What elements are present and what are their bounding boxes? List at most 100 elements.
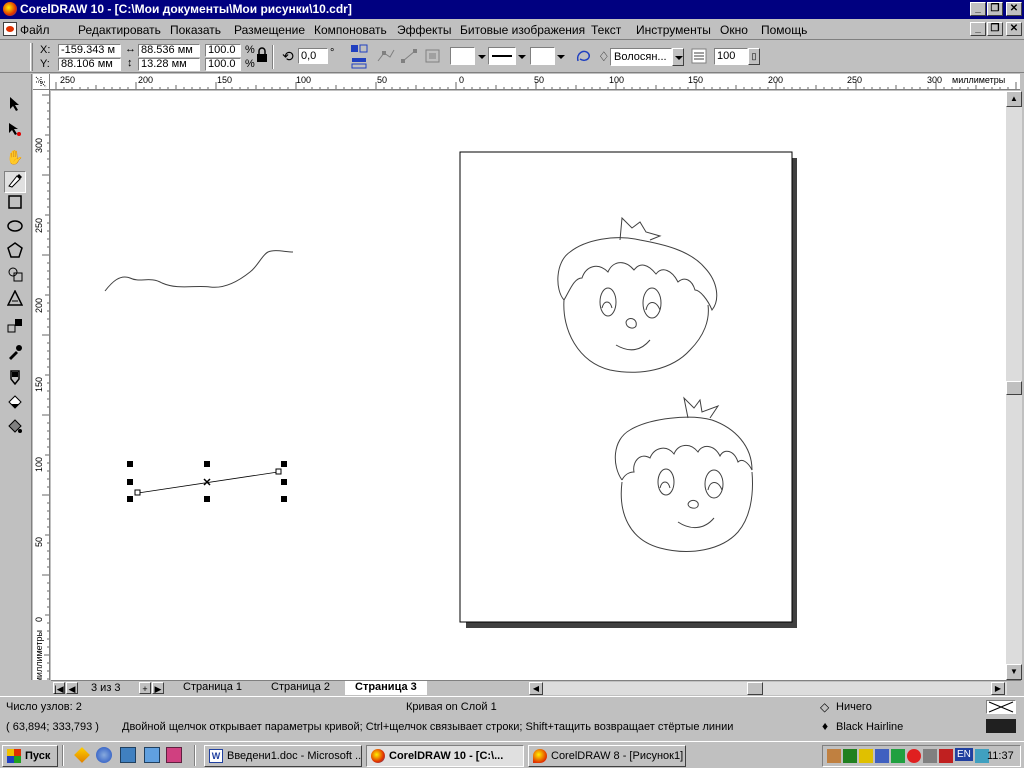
start-arrow-selector[interactable]	[450, 47, 475, 65]
interactive-blend-tool-icon[interactable]	[4, 318, 26, 340]
quicklaunch-media-icon[interactable]	[166, 747, 182, 763]
eyedropper-tool-icon[interactable]	[4, 344, 26, 366]
freehand-curve[interactable]	[104, 250, 294, 292]
start-arrow-dropdown-icon[interactable]	[478, 55, 486, 59]
scroll-down-button[interactable]: ▼	[1006, 664, 1022, 680]
menu-bitmaps[interactable]: Битовые изображения	[460, 23, 585, 37]
add-page-button[interactable]: +	[139, 682, 151, 694]
smoothing-slider-button[interactable]: ▯	[748, 48, 760, 65]
scroll-up-button[interactable]: ▲	[1006, 91, 1022, 107]
scale-x-field[interactable]: 100.0	[205, 44, 241, 57]
scale-y-field[interactable]: 100.0	[205, 58, 241, 71]
tab-page-3[interactable]: Страница 3	[345, 681, 427, 695]
doc-minimize-button[interactable]: _	[970, 22, 986, 36]
menu-window[interactable]: Окно	[720, 23, 748, 37]
menu-arrange[interactable]: Размещение	[234, 23, 305, 37]
grip-handle[interactable]	[30, 43, 33, 71]
interactive-fill-tool-icon[interactable]	[4, 418, 26, 440]
basic-shapes-tool-icon[interactable]	[4, 266, 26, 288]
horizontal-scroll-thumb[interactable]	[747, 682, 763, 695]
tray-monitor-icon[interactable]	[875, 749, 889, 763]
node-align-icon[interactable]	[376, 47, 396, 67]
menu-view[interactable]: Показать	[170, 23, 221, 37]
doc-close-button[interactable]: ✕	[1006, 22, 1022, 36]
ruler-origin[interactable]	[33, 74, 50, 90]
rotation-angle-field[interactable]: 0,0	[298, 48, 328, 64]
shape-tool-icon[interactable]	[4, 121, 26, 143]
tab-page-2[interactable]: Страница 2	[261, 681, 340, 695]
menu-edit[interactable]: Редактировать	[78, 23, 161, 37]
quicklaunch-pencil-icon[interactable]	[74, 747, 90, 763]
object-height-field[interactable]: 13.28 мм	[138, 58, 200, 71]
tray-network-icon[interactable]	[827, 749, 841, 763]
auto-close-curve-icon[interactable]	[574, 47, 594, 67]
taskbar-separator	[62, 745, 64, 766]
restore-button[interactable]: ❐	[987, 2, 1003, 16]
fill-swatch[interactable]	[986, 700, 1016, 714]
task-coreldraw-10[interactable]: CorelDRAW 10 - [C:\...	[366, 745, 524, 767]
ellipse-tool-icon[interactable]	[4, 217, 26, 239]
selected-curve[interactable]	[127, 461, 287, 502]
document-icon[interactable]	[3, 22, 17, 36]
quicklaunch-channels-icon[interactable]	[144, 747, 160, 763]
tray-antivirus-icon[interactable]	[907, 749, 921, 763]
convert-curve-icon[interactable]	[424, 47, 444, 67]
task-coreldraw-8[interactable]: CorelDRAW 8 - [Рисунок1]	[528, 745, 686, 767]
text-tool-icon[interactable]	[4, 289, 26, 312]
x-position-field[interactable]: -159.343 м	[58, 44, 121, 57]
outline-swatch[interactable]	[986, 719, 1016, 733]
object-width-field[interactable]: 88.536 мм	[138, 44, 200, 57]
menu-file[interactable]: Файл	[20, 23, 50, 37]
outline-width-dropdown-button[interactable]	[672, 48, 684, 66]
tray-disk-icon[interactable]	[939, 749, 953, 763]
first-page-button[interactable]: |◀	[53, 682, 65, 694]
horizontal-scrollbar[interactable]: ◀ ▶	[529, 682, 1007, 695]
end-arrow-dropdown-icon[interactable]	[557, 55, 565, 59]
pick-tool-icon[interactable]	[4, 96, 26, 118]
menu-effects[interactable]: Эффекты	[397, 23, 452, 37]
scroll-left-button[interactable]: ◀	[529, 682, 543, 695]
close-button[interactable]: ✕	[1006, 2, 1022, 16]
line-style-selector[interactable]	[488, 47, 516, 65]
drawing-canvas[interactable]	[51, 91, 1006, 680]
smoothing-field[interactable]: 100	[714, 48, 748, 65]
menu-layout[interactable]: Компоновать	[314, 23, 387, 37]
quicklaunch-ie-icon[interactable]	[96, 747, 112, 763]
tray-app-icon[interactable]	[843, 749, 857, 763]
end-arrow-selector[interactable]	[530, 47, 555, 65]
outline-dropdown-icon	[675, 56, 683, 60]
outline-width-field[interactable]: Волосян...	[610, 48, 672, 66]
menu-text[interactable]: Текст	[591, 23, 621, 37]
freehand-tool-icon[interactable]	[4, 171, 26, 193]
vertical-scroll-thumb[interactable]	[1006, 381, 1022, 395]
start-button[interactable]: Пуск	[2, 745, 58, 767]
next-page-button[interactable]: ▶	[152, 682, 164, 694]
tab-page-1[interactable]: Страница 1	[171, 681, 254, 695]
hand-tool-icon[interactable]: ✋	[4, 146, 26, 168]
vertical-ruler[interactable]: 300 250 200 150 100 50 0 миллиметры	[33, 90, 50, 680]
task-word-document[interactable]: W Введени1.doc - Microsoft ...	[204, 745, 362, 767]
minimize-button[interactable]: _	[970, 2, 986, 16]
polygon-tool-icon[interactable]	[4, 242, 26, 264]
tray-volume-icon[interactable]	[923, 749, 937, 763]
vertical-scrollbar[interactable]: ▲ ▼	[1006, 91, 1022, 680]
language-indicator[interactable]: EN	[955, 748, 973, 761]
quicklaunch-desktop-icon[interactable]	[120, 747, 136, 763]
outline-tool-icon[interactable]	[4, 369, 26, 391]
doc-restore-button[interactable]: ❐	[987, 22, 1003, 36]
menu-help[interactable]: Помощь	[761, 23, 807, 37]
scroll-right-button[interactable]: ▶	[991, 682, 1005, 695]
h-tick-label: 100	[296, 75, 312, 85]
fill-tool-icon[interactable]	[4, 394, 26, 416]
prev-page-button[interactable]: ◀	[66, 682, 78, 694]
y-position-field[interactable]: 88.106 мм	[58, 58, 121, 71]
tray-folder-icon[interactable]	[859, 749, 873, 763]
tray-check-icon[interactable]	[891, 749, 905, 763]
horizontal-ruler[interactable]: миллиметры 250 200 150 100 50 0 50 100 1…	[50, 74, 1020, 90]
node-count: Число узлов: 2	[6, 701, 82, 713]
line-style-dropdown-icon[interactable]	[518, 55, 526, 59]
node-extend-icon[interactable]	[400, 47, 420, 67]
rectangle-tool-icon[interactable]	[4, 193, 26, 215]
coreldraw-app-icon[interactable]	[3, 2, 17, 16]
menu-tools[interactable]: Инструменты	[636, 23, 711, 37]
